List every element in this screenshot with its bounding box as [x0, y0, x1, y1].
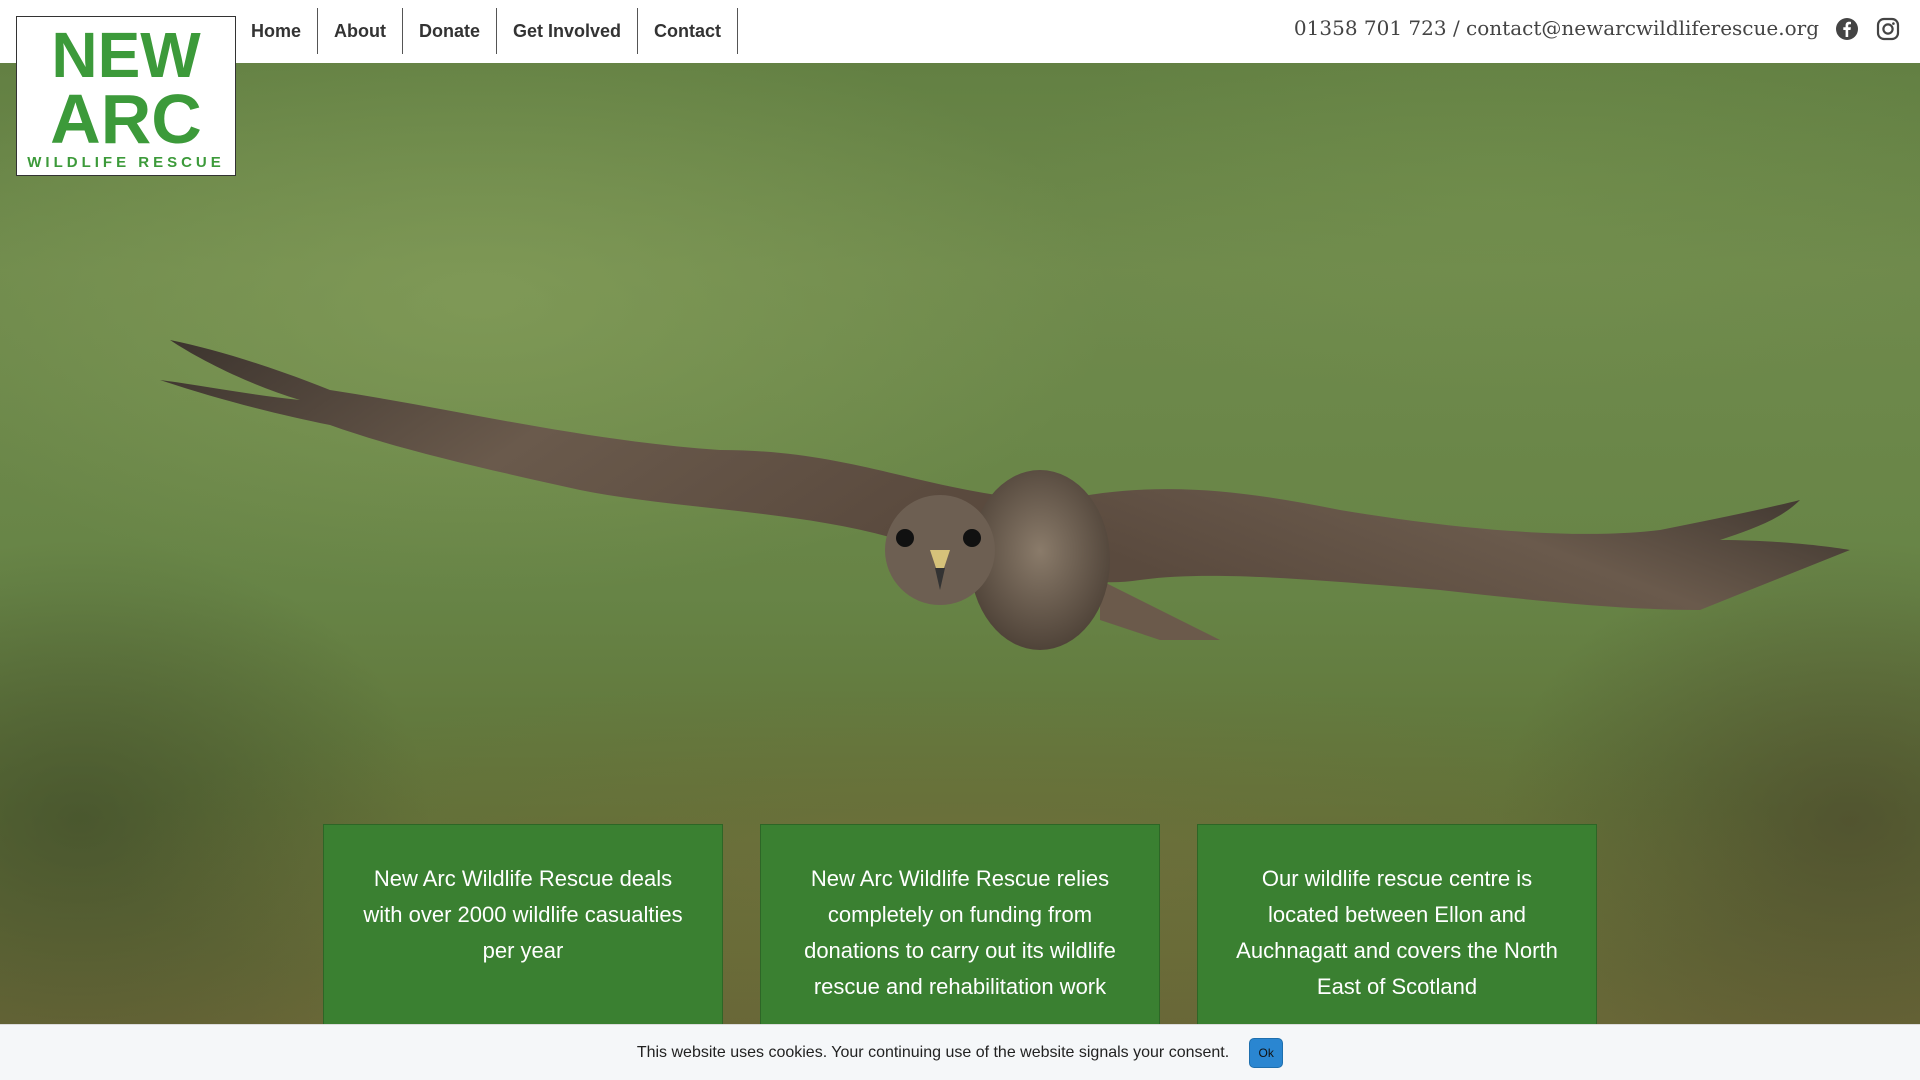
cookie-ok-button[interactable]: Ok	[1249, 1037, 1284, 1068]
nav-item-donate[interactable]: Donate	[403, 8, 498, 54]
logo-graphic: NEW ARC WILDLIFE RESCUE	[27, 19, 225, 171]
nav-item-contact[interactable]: Contact	[638, 8, 739, 54]
info-card-location: Our wildlife rescue centre is located be…	[1197, 824, 1597, 1030]
hawk-image	[160, 340, 1850, 650]
logo-word-arc: ARC	[50, 80, 202, 158]
info-cards: New Arc Wildlife Rescue deals with over …	[323, 824, 1597, 1030]
contact-info[interactable]: 01358 701 723 / contact@newarcwildlifere…	[1294, 16, 1819, 40]
cookie-message: This website uses cookies. Your continui…	[636, 1043, 1230, 1061]
main-navigation: Home About Donate Get Involved Contact	[237, 8, 739, 54]
nav-item-about[interactable]: About	[318, 8, 403, 54]
logo-tagline: WILDLIFE RESCUE	[27, 154, 225, 171]
nav-item-home[interactable]: Home	[237, 8, 319, 54]
instagram-icon[interactable]	[1876, 17, 1900, 41]
site-logo[interactable]: NEW ARC WILDLIFE RESCUE	[16, 16, 236, 176]
info-card-casualties: New Arc Wildlife Rescue deals with over …	[323, 824, 723, 1030]
facebook-icon[interactable]	[1835, 17, 1859, 41]
cookie-consent-bar: This website uses cookies. Your continui…	[0, 1024, 1920, 1080]
info-card-funding: New Arc Wildlife Rescue relies completel…	[760, 824, 1160, 1030]
nav-item-get-involved[interactable]: Get Involved	[497, 8, 639, 54]
